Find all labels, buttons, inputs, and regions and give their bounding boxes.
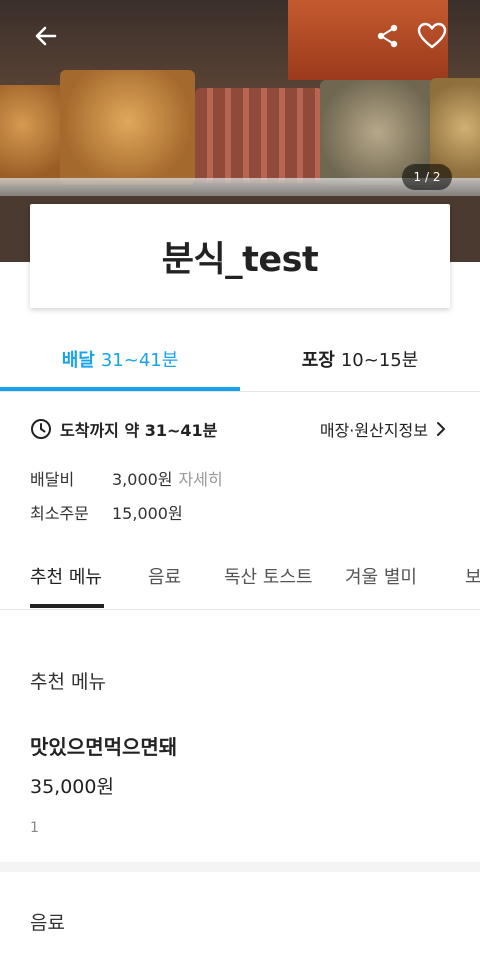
image-pager: 1 / 2 (402, 164, 452, 190)
tab-label: 포장 (301, 350, 335, 371)
min-order-row: 최소주문 15,000원 (30, 500, 183, 524)
menu-item-name: 맛있으면먹으면돼 (30, 735, 178, 759)
tab-time: 31~41분 (100, 350, 179, 371)
menu-item-price: 35,000원 (30, 776, 114, 798)
delivery-fee-detail-link[interactable]: 자세히 (179, 466, 223, 490)
tab-drinks[interactable]: 음료 (148, 550, 181, 602)
section-title: 음료 (30, 912, 65, 934)
chevron-right-icon (437, 422, 445, 436)
store-origin-info-link[interactable]: 매장·원산지정보 (320, 416, 446, 442)
min-order-value: 15,000원 (112, 504, 183, 523)
active-tab-indicator (0, 387, 240, 391)
tab-more-category[interactable]: 보 (465, 550, 480, 602)
store-title: 분식_test (161, 239, 319, 280)
store-page: 1 / 2 분식_test 배달 31~41분 포장 10~15분 도착까지 약… (0, 0, 480, 973)
arrow-left-icon (35, 26, 57, 46)
order-type-tabs: 배달 31~41분 포장 10~15분 (0, 326, 480, 392)
share-button[interactable] (370, 18, 406, 54)
menu-item-description: 1 (30, 820, 39, 836)
favorite-button[interactable] (414, 18, 450, 54)
back-button[interactable] (28, 18, 64, 54)
tab-winter-specials[interactable]: 겨울 별미 (345, 550, 417, 602)
min-order-label: 최소주문 (30, 504, 89, 523)
heart-icon (417, 22, 447, 49)
food-tray (195, 88, 323, 183)
delivery-fee-row: 배달비 3,000원 자세히 (30, 466, 223, 490)
section-title: 추천 메뉴 (30, 671, 106, 693)
arrival-text: 도착까지 약 31~41분 (60, 421, 218, 440)
origin-link-label: 매장·원산지정보 (319, 421, 428, 440)
clock-icon (31, 419, 51, 439)
menu-category-tabs: 추천 메뉴 음료 독산 토스트 겨울 별미 보 (0, 550, 480, 610)
tab-label: 배달 (61, 350, 95, 371)
active-category-indicator (30, 604, 104, 608)
tab-doksan-toast[interactable]: 독산 토스트 (224, 550, 313, 602)
arrival-time: 도착까지 약 31~41분 (30, 416, 217, 442)
tab-time: 10~15분 (340, 350, 419, 371)
section-divider (0, 862, 480, 872)
food-tray (60, 70, 195, 185)
delivery-fee-label: 배달비 (30, 470, 75, 489)
share-icon (377, 24, 398, 48)
store-name-card: 분식_test (30, 204, 450, 308)
tab-recommended-menu[interactable]: 추천 메뉴 (30, 550, 102, 602)
food-tray (430, 78, 480, 178)
tab-delivery[interactable]: 배달 31~41분 (0, 326, 240, 392)
tab-pickup[interactable]: 포장 10~15분 (240, 326, 480, 392)
delivery-fee-value: 3,000원 (112, 470, 173, 489)
